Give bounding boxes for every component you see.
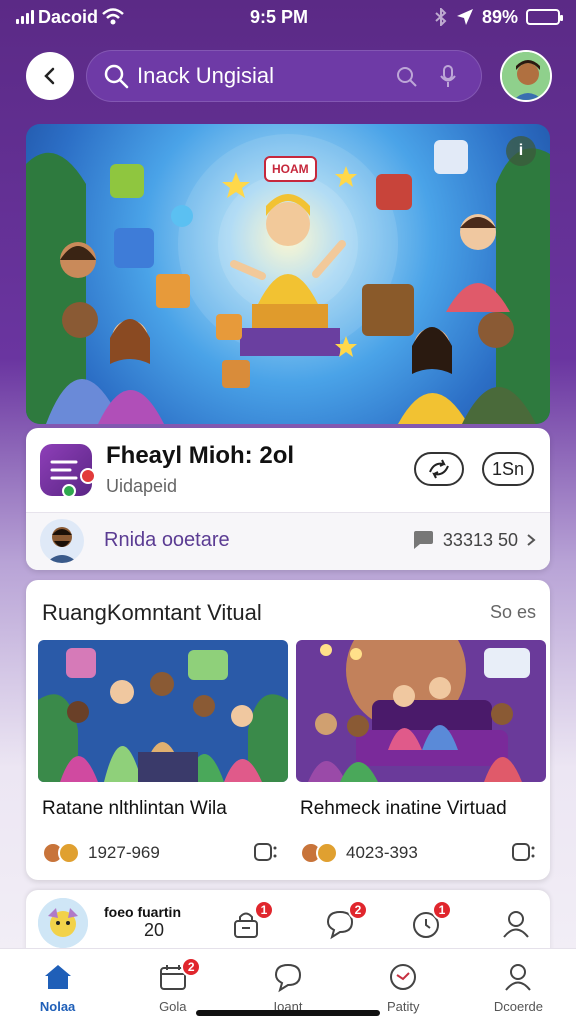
chat-icon — [274, 963, 302, 993]
status-right: 89% — [434, 6, 563, 28]
home-icon — [44, 965, 71, 989]
room-meta: 1927-969 — [42, 840, 286, 866]
avatar — [40, 519, 84, 563]
count-pill[interactable]: 1Sn — [482, 452, 534, 486]
info-button[interactable]: i — [506, 136, 536, 166]
avatar-illustration — [38, 898, 88, 948]
room-title: Ratane nlthlintan Wila — [42, 798, 227, 819]
share-button[interactable] — [414, 452, 464, 486]
battery-icon — [525, 9, 563, 25]
refresh-icon — [429, 459, 449, 479]
wifi-icon — [102, 8, 124, 25]
tab-label: Dcoerde — [493, 999, 543, 1014]
home-indicator[interactable] — [196, 1010, 380, 1016]
room-illustration — [296, 640, 546, 782]
avatar-illustration — [502, 52, 550, 100]
chat-bubble-icon[interactable] — [252, 840, 278, 864]
profile-icon — [505, 964, 532, 991]
signal-icon — [16, 10, 34, 24]
room-thumbnail — [38, 640, 288, 782]
bluetooth-icon — [435, 8, 447, 26]
room-tile[interactable]: Ratane nlthlintan Wila 1927-969 — [38, 640, 288, 876]
see-all-link[interactable]: So es — [490, 602, 536, 623]
room-illustration — [38, 640, 288, 782]
notification-badge: 2 — [181, 957, 202, 977]
strip-number: 20 — [144, 920, 165, 940]
participant-avatars — [42, 842, 80, 864]
section-title: RuangKomntant Vitual — [42, 600, 262, 625]
user-avatar[interactable] — [500, 50, 552, 102]
participant-avatars — [300, 842, 338, 864]
footer-label: Rnida ooetare — [104, 529, 230, 551]
search-icon — [104, 64, 129, 89]
chevron-right-icon — [527, 534, 536, 546]
tab-home[interactable]: Nolaa — [0, 949, 115, 1024]
lens-icon[interactable] — [393, 63, 419, 89]
featured-app-card[interactable]: Fheayl Mioh: 2ol Uidapeid 1Sn Rnida ooet… — [26, 428, 550, 570]
room-tile[interactable]: Rehmeck inatine Virtuad 4023-393 — [296, 640, 546, 876]
status-bar: Dacoid 9:5 PM 89% — [0, 0, 576, 34]
user-icon[interactable] — [500, 908, 532, 940]
comment-icon — [413, 531, 433, 549]
room-count: 4023-393 — [346, 843, 418, 862]
app-card-footer[interactable]: Rnida ooetare 33313 50 — [26, 513, 550, 570]
app-subtitle: Uidapeid — [106, 476, 178, 496]
room-meta: 4023-393 — [300, 840, 544, 866]
room-count: 1927-969 — [88, 843, 160, 862]
notification-badge: 2 — [348, 900, 368, 920]
activity-icon — [390, 964, 417, 990]
virtual-rooms-card: RuangKomntant Vitual So es Ratane nlthli… — [26, 580, 550, 880]
app-title: Fheayl Mioh: 2ol — [106, 442, 295, 469]
strip-title: foeo fuartin — [104, 904, 181, 920]
search-bar[interactable] — [86, 50, 482, 102]
notification-badge: 1 — [254, 900, 274, 920]
hero-sign: HOAM — [264, 156, 317, 182]
battery-percent: 89% — [481, 6, 518, 27]
tab-profile[interactable]: Dcoerde — [461, 949, 576, 1024]
status-left: Dacoid — [16, 7, 124, 28]
microphone-icon[interactable] — [435, 63, 461, 89]
avatar[interactable] — [38, 898, 88, 948]
room-title: Rehmeck inatine Virtuad — [300, 798, 507, 819]
clock: 9:5 PM — [249, 6, 308, 27]
chevron-left-icon — [44, 67, 55, 85]
chat-bubble-icon[interactable] — [510, 840, 536, 864]
footer-stat-value: 33313 50 — [442, 529, 518, 550]
back-button[interactable] — [26, 52, 74, 100]
avatar-illustration — [46, 527, 78, 563]
hero-banner[interactable]: HOAM i — [26, 124, 550, 424]
carrier-label: Dacoid — [38, 6, 99, 27]
search-input[interactable] — [137, 63, 377, 89]
tab-label: Gola — [159, 999, 187, 1014]
app-icon — [40, 444, 96, 498]
tab-label: Patity — [386, 999, 420, 1014]
search-row — [0, 48, 576, 104]
activity-strip: foeo fuartin 20 1 2 1 — [26, 890, 550, 954]
tab-label: Nolaa — [39, 999, 76, 1014]
footer-stat: 33313 50 — [411, 529, 536, 551]
notification-badge: 1 — [432, 900, 452, 920]
location-icon — [456, 9, 473, 25]
room-thumbnail — [296, 640, 546, 782]
